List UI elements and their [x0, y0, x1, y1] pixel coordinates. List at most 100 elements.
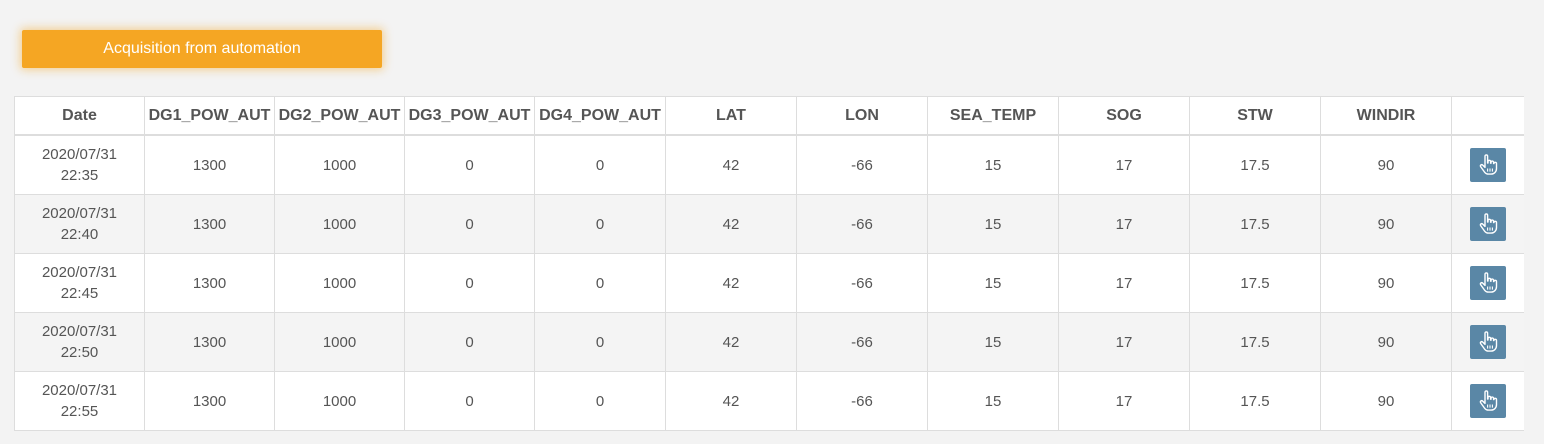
lon-cell: -66: [796, 312, 928, 372]
lon-cell: -66: [796, 253, 928, 313]
hand-pointer-icon: [1479, 154, 1498, 175]
column-header-actions: [1451, 96, 1524, 136]
lat-cell: 42: [665, 134, 797, 195]
table-body: 2020/07/31 22:35 1300 1000 0 0 42 -66 15…: [14, 134, 1524, 431]
sea-temp-cell: 15: [927, 134, 1059, 195]
table-row: 2020/07/31 22:45 1300 1000 0 0 42 -66 15…: [14, 253, 1524, 313]
column-header-stw[interactable]: STW: [1189, 96, 1321, 136]
dg2-pow-aut-cell: 1000: [274, 194, 405, 254]
time-value: 22:40: [60, 226, 99, 243]
column-header-lat[interactable]: LAT: [665, 96, 797, 136]
select-row-button[interactable]: [1470, 207, 1506, 241]
lat-cell: 42: [665, 253, 797, 313]
table-row: 2020/07/31 22:55 1300 1000 0 0 42 -66 15…: [14, 371, 1524, 431]
time-value: 22:50: [60, 344, 99, 361]
windir-cell: 90: [1320, 312, 1452, 372]
hand-pointer-icon: [1479, 213, 1498, 234]
hand-pointer-icon: [1479, 272, 1498, 293]
dg3-pow-aut-cell: 0: [404, 371, 535, 431]
data-table: Date DG1_POW_AUT DG2_POW_AUT DG3_POW_AUT…: [14, 96, 1524, 431]
data-table-container: Date DG1_POW_AUT DG2_POW_AUT DG3_POW_AUT…: [14, 96, 1524, 444]
action-cell: [1451, 134, 1524, 195]
date-cell: 2020/07/31 22:35: [14, 134, 145, 195]
dg2-pow-aut-cell: 1000: [274, 371, 405, 431]
dg4-pow-aut-cell: 0: [534, 194, 666, 254]
windir-cell: 90: [1320, 253, 1452, 313]
sog-cell: 17: [1058, 312, 1190, 372]
dg1-pow-aut-cell: 1300: [144, 312, 275, 372]
select-row-button[interactable]: [1470, 384, 1506, 418]
lon-cell: -66: [796, 371, 928, 431]
sea-temp-cell: 15: [927, 194, 1059, 254]
column-header-dg2-pow-aut[interactable]: DG2_POW_AUT: [274, 96, 405, 136]
column-header-dg4-pow-aut[interactable]: DG4_POW_AUT: [534, 96, 666, 136]
date-value: 2020/07/31: [41, 382, 118, 399]
column-header-dg1-pow-aut[interactable]: DG1_POW_AUT: [144, 96, 275, 136]
table-header-row: Date DG1_POW_AUT DG2_POW_AUT DG3_POW_AUT…: [14, 96, 1524, 136]
windir-cell: 90: [1320, 194, 1452, 254]
dg4-pow-aut-cell: 0: [534, 134, 666, 195]
select-row-button[interactable]: [1470, 148, 1506, 182]
column-header-sea-temp[interactable]: SEA_TEMP: [927, 96, 1059, 136]
dg1-pow-aut-cell: 1300: [144, 194, 275, 254]
stw-cell: 17.5: [1189, 312, 1321, 372]
lon-cell: -66: [796, 194, 928, 254]
lon-cell: -66: [796, 134, 928, 195]
action-cell: [1451, 253, 1524, 313]
select-row-button[interactable]: [1470, 266, 1506, 300]
date-value: 2020/07/31: [41, 323, 118, 340]
action-cell: [1451, 312, 1524, 372]
time-value: 22:45: [60, 285, 99, 302]
dg1-pow-aut-cell: 1300: [144, 253, 275, 313]
sea-temp-cell: 15: [927, 253, 1059, 313]
column-header-lon[interactable]: LON: [796, 96, 928, 136]
dg3-pow-aut-cell: 0: [404, 312, 535, 372]
windir-cell: 90: [1320, 134, 1452, 195]
date-value: 2020/07/31: [41, 146, 118, 163]
sog-cell: 17: [1058, 371, 1190, 431]
sog-cell: 17: [1058, 194, 1190, 254]
dg2-pow-aut-cell: 1000: [274, 312, 405, 372]
select-row-button[interactable]: [1470, 325, 1506, 359]
table-row: 2020/07/31 22:40 1300 1000 0 0 42 -66 15…: [14, 194, 1524, 254]
sog-cell: 17: [1058, 253, 1190, 313]
dg2-pow-aut-cell: 1000: [274, 134, 405, 195]
dg1-pow-aut-cell: 1300: [144, 371, 275, 431]
time-value: 22:55: [60, 403, 99, 420]
column-header-date[interactable]: Date: [14, 96, 145, 136]
action-cell: [1451, 194, 1524, 254]
column-header-dg3-pow-aut[interactable]: DG3_POW_AUT: [404, 96, 535, 136]
dg3-pow-aut-cell: 0: [404, 194, 535, 254]
hand-pointer-icon: [1479, 331, 1498, 352]
date-cell: 2020/07/31 22:40: [14, 194, 145, 254]
lat-cell: 42: [665, 371, 797, 431]
table-row: 2020/07/31 22:50 1300 1000 0 0 42 -66 15…: [14, 312, 1524, 372]
sea-temp-cell: 15: [927, 371, 1059, 431]
table-row: 2020/07/31 22:35 1300 1000 0 0 42 -66 15…: [14, 134, 1524, 195]
time-value: 22:35: [60, 167, 99, 184]
stw-cell: 17.5: [1189, 371, 1321, 431]
dg3-pow-aut-cell: 0: [404, 253, 535, 313]
date-cell: 2020/07/31 22:50: [14, 312, 145, 372]
date-value: 2020/07/31: [41, 264, 118, 281]
dg4-pow-aut-cell: 0: [534, 253, 666, 313]
column-header-sog[interactable]: SOG: [1058, 96, 1190, 136]
stw-cell: 17.5: [1189, 253, 1321, 313]
date-cell: 2020/07/31 22:45: [14, 253, 145, 313]
acquisition-from-automation-button[interactable]: Acquisition from automation: [22, 30, 382, 68]
lat-cell: 42: [665, 312, 797, 372]
action-cell: [1451, 371, 1524, 431]
dg4-pow-aut-cell: 0: [534, 312, 666, 372]
sog-cell: 17: [1058, 134, 1190, 195]
column-header-windir[interactable]: WINDIR: [1320, 96, 1452, 136]
stw-cell: 17.5: [1189, 194, 1321, 254]
windir-cell: 90: [1320, 371, 1452, 431]
stw-cell: 17.5: [1189, 134, 1321, 195]
date-value: 2020/07/31: [41, 205, 118, 222]
sea-temp-cell: 15: [927, 312, 1059, 372]
hand-pointer-icon: [1479, 390, 1498, 411]
dg4-pow-aut-cell: 0: [534, 371, 666, 431]
dg1-pow-aut-cell: 1300: [144, 134, 275, 195]
dg2-pow-aut-cell: 1000: [274, 253, 405, 313]
lat-cell: 42: [665, 194, 797, 254]
